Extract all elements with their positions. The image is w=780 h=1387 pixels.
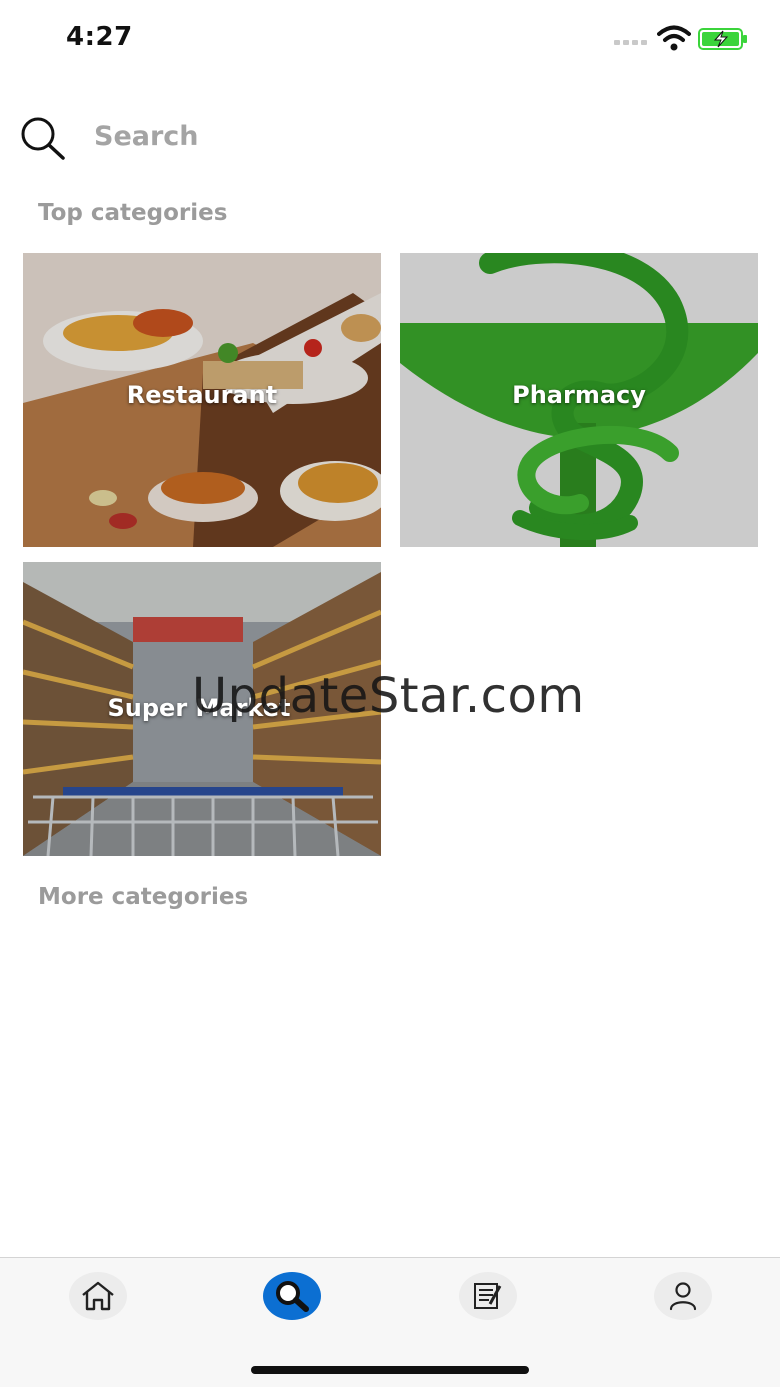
home-icon bbox=[82, 1281, 114, 1311]
tab-bar bbox=[0, 1257, 780, 1387]
category-pharmacy[interactable]: Pharmacy bbox=[400, 253, 758, 547]
status-time: 4:27 bbox=[66, 22, 133, 52]
category-label: Pharmacy bbox=[512, 381, 646, 409]
search-icon bbox=[276, 1281, 309, 1312]
tab-search[interactable] bbox=[263, 1272, 321, 1320]
category-label: Restaurant bbox=[126, 381, 278, 409]
search-icon[interactable] bbox=[18, 114, 66, 162]
wifi-icon bbox=[657, 25, 691, 51]
more-categories-heading: More categories bbox=[38, 884, 249, 910]
search-bar[interactable] bbox=[0, 108, 780, 164]
tab-home[interactable] bbox=[69, 1272, 127, 1320]
tab-profile[interactable] bbox=[654, 1272, 712, 1320]
category-restaurant[interactable]: Restaurant bbox=[23, 253, 381, 547]
user-icon bbox=[669, 1282, 697, 1311]
tab-orders[interactable] bbox=[459, 1272, 517, 1320]
battery-icon bbox=[698, 28, 747, 50]
watermark: UpdateStar.com bbox=[192, 668, 585, 724]
search-input[interactable] bbox=[94, 112, 694, 160]
top-categories-heading: Top categories bbox=[38, 200, 228, 226]
home-indicator bbox=[251, 1366, 529, 1374]
cellular-signal-icon bbox=[614, 40, 647, 45]
notepad-icon bbox=[474, 1283, 502, 1309]
